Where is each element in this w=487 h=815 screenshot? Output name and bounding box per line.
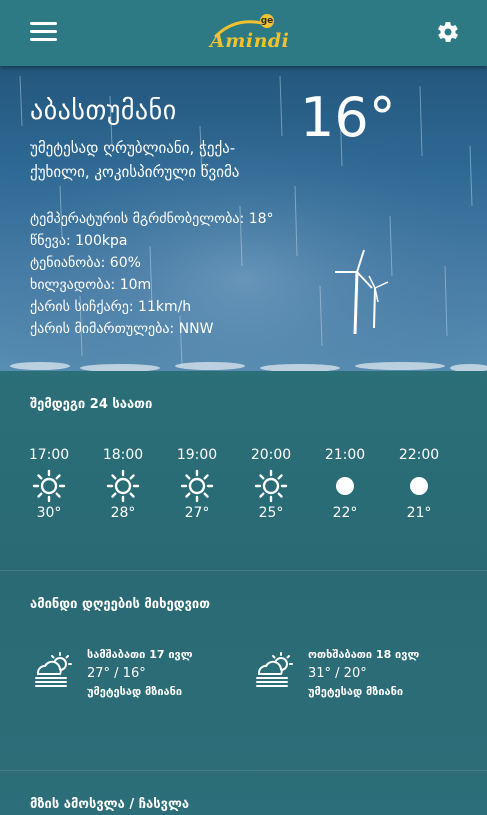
menu-line [30,38,57,41]
hour-temp: 21° [406,505,432,521]
hour-temp: 30° [36,505,62,521]
daily-section-title: ამინდი დღეების მიხედვით [30,597,211,612]
weather-condition: უმეტესად ღრუბლიანი, ჭექა-ქუხილი, კოკისპი… [30,139,240,181]
detail-label: ქარის სიჩქარე: [30,299,134,315]
hour-temp: 28° [110,505,136,521]
partly-sunny-haze-icon [256,652,293,687]
moon-icon [336,477,354,495]
day-description: უმეტესად მზიანი [87,685,183,698]
detail-value: 60% [109,255,141,271]
hourly-item: 18:00 28° [88,447,158,521]
hourly-forecast[interactable]: 17:00 30° 18:00 28° 19:00 27° 20:00 25° … [14,447,474,537]
detail-wind-direction: ქარის მიმართულება: NNW [30,318,274,340]
logo-text: Amindi [210,30,290,52]
section-divider [0,570,487,571]
hamburger-menu-icon[interactable] [30,20,57,44]
detail-label: ტემპერატურის მგრძნობელობა: [30,211,245,227]
day-date: სამშაბათი 17 ივლ [87,648,193,661]
detail-label: ტენიანობა: [30,255,106,271]
detail-label: ხილვადობა: [30,277,116,293]
hour-temp: 22° [332,505,358,521]
weather-app: Amindi ge აბასთუმანი უმეტესად ღრუბლიანი,… [0,0,487,815]
hourly-section-title: შემდეგი 24 საათი [30,397,153,412]
hour-time: 22:00 [398,447,440,463]
hour-time: 20:00 [250,447,292,463]
app-logo[interactable]: Amindi ge [206,14,289,54]
hour-temp: 25° [258,505,284,521]
hour-time: 19:00 [176,447,218,463]
detail-label: წნევა: [30,233,71,249]
weather-details: ტემპერატურის მგრძნობელობა: 18° წნევა: 10… [30,208,274,340]
detail-value: NNW [178,321,214,337]
hourly-item: 19:00 27° [162,447,232,521]
moon-icon [410,477,428,495]
day-temps: 27° / 16° [87,666,146,681]
detail-visibility: ხილვადობა: 10m [30,274,274,296]
sun-icon [180,469,214,503]
logo-badge: ge [260,14,274,28]
hour-time: 18:00 [102,447,144,463]
section-divider [0,770,487,771]
sun-icon [254,469,288,503]
hour-time: 17:00 [28,447,70,463]
hourly-item: 17:00 30° [14,447,84,521]
menu-line [30,30,57,33]
detail-wind-speed: ქარის სიჩქარე: 11km/h [30,296,274,318]
partly-sunny-haze-icon [35,652,72,687]
sun-section-title: მზის ამოსვლა / ჩასვლა [30,797,190,812]
top-bar: Amindi ge [0,0,487,66]
detail-label: ქარის მიმართულება: [30,321,175,337]
detail-humidity: ტენიანობა: 60% [30,252,274,274]
day-temps: 31° / 20° [308,666,367,681]
city-name: აბასთუმანი [30,96,177,126]
detail-value: 18° [248,211,274,227]
hourly-item: 22:00 21° [384,447,454,521]
current-weather-panel: აბასთუმანი უმეტესად ღრუბლიანი, ჭექა-ქუხი… [0,66,487,371]
hour-temp: 27° [184,505,210,521]
hourly-item: 21:00 22° [310,447,380,521]
hour-time: 21:00 [324,447,366,463]
hourly-item: 20:00 25° [236,447,306,521]
sun-icon [32,469,66,503]
menu-line [30,22,57,25]
detail-value: 11km/h [138,299,192,315]
daily-item[interactable]: სამშაბათი 17 ივლ 27° / 16° უმეტესად მზია… [33,648,233,708]
gear-icon[interactable] [436,20,460,44]
sun-icon [106,469,140,503]
current-temperature: 16° [300,86,396,149]
detail-pressure: წნევა: 100kpa [30,230,274,252]
detail-value: 10m [119,277,152,293]
detail-feels-like: ტემპერატურის მგრძნობელობა: 18° [30,208,274,230]
day-date: ოთხშაბათი 18 ივლ [308,648,420,661]
detail-value: 100kpa [75,233,128,249]
daily-item[interactable]: ოთხშაბათი 18 ივლ 31° / 20° უმეტესად მზია… [254,648,454,708]
day-description: უმეტესად მზიანი [308,685,404,698]
